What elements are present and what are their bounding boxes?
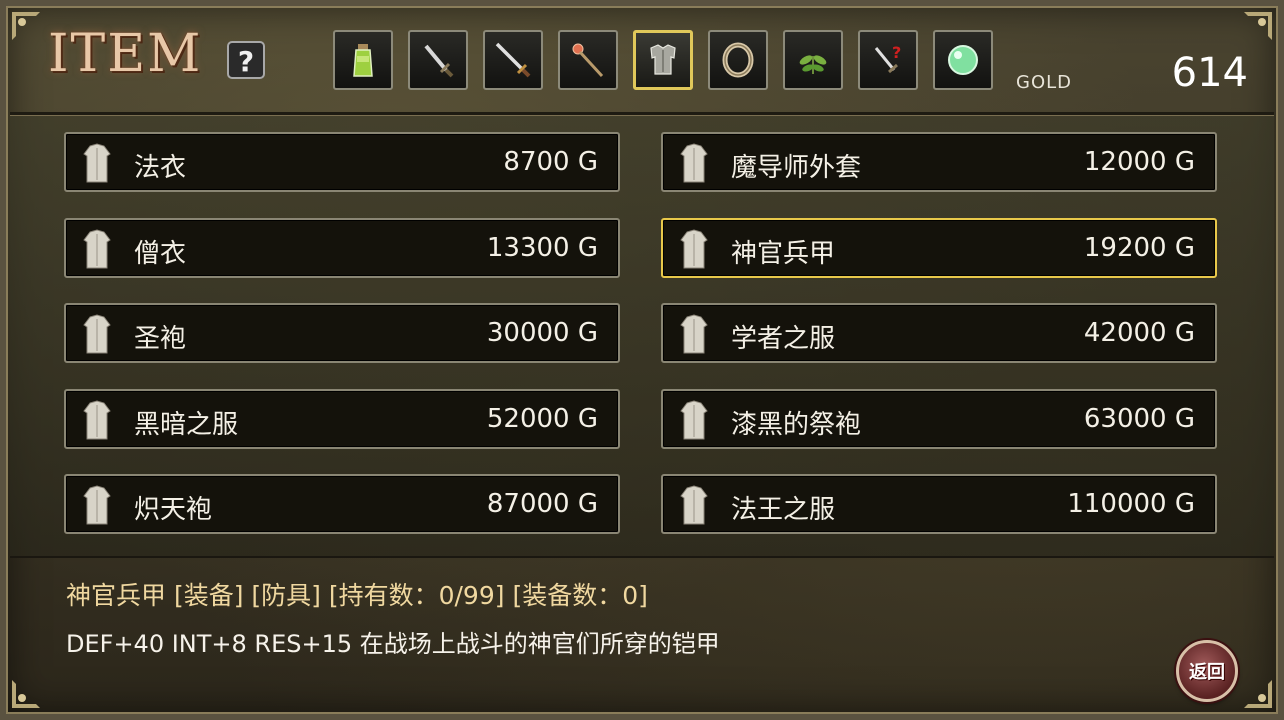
- help-button[interactable]: ?: [227, 41, 265, 79]
- list-item[interactable]: 黑暗之服 52000 G: [64, 389, 620, 449]
- item-name: 炽天袍: [134, 495, 213, 525]
- tab-staff[interactable]: [558, 30, 618, 90]
- item-name: 学者之服: [731, 324, 836, 354]
- mystery-sword-icon: ?: [874, 43, 901, 74]
- item-name: 僧衣: [134, 239, 187, 269]
- tab-long-sword[interactable]: [483, 30, 543, 90]
- page-title: ITEM: [48, 24, 203, 84]
- list-item[interactable]: 法衣 8700 G: [64, 132, 620, 192]
- list-item-selected[interactable]: 神官兵甲 19200 G: [661, 218, 1217, 278]
- tab-armor[interactable]: [633, 30, 693, 90]
- item-price: 30000 G: [486, 318, 598, 348]
- ring-icon: [722, 42, 754, 78]
- herb-icon: [799, 55, 827, 74]
- item-price: 8700 G: [503, 147, 598, 177]
- header: ITEM ? ? GOLD 614: [0, 0, 1284, 112]
- list-item[interactable]: 漆黑的祭袍 63000 G: [661, 389, 1217, 449]
- potion-icon: [353, 44, 373, 77]
- robe-icon: [680, 229, 708, 269]
- svg-text:?: ?: [892, 43, 901, 62]
- tab-herb[interactable]: [783, 30, 843, 90]
- item-name: 法衣: [134, 153, 187, 183]
- item-price: 12000 G: [1083, 147, 1195, 177]
- gold-label: GOLD: [1016, 72, 1073, 93]
- back-button[interactable]: 返回: [1176, 640, 1238, 702]
- list-item[interactable]: 法王之服 110000 G: [661, 474, 1217, 534]
- list-item[interactable]: 僧衣 13300 G: [64, 218, 620, 278]
- tab-gem-orb[interactable]: [933, 30, 993, 90]
- back-button-label: 返回: [1189, 662, 1225, 683]
- robe-icon: [680, 485, 708, 525]
- armor-icon: [650, 44, 676, 75]
- item-price: 52000 G: [486, 404, 598, 434]
- robe-icon: [680, 400, 708, 440]
- item-price: 87000 G: [486, 489, 598, 519]
- item-detail-title: 神官兵甲 [装备] [防具] [持有数：0/99] [装备数：0]: [66, 581, 648, 610]
- robe-icon: [83, 143, 111, 183]
- short-sword-icon: [424, 44, 454, 78]
- list-item[interactable]: 圣袍 30000 G: [64, 303, 620, 363]
- item-name: 漆黑的祭袍: [731, 410, 862, 440]
- list-item[interactable]: 炽天袍 87000 G: [64, 474, 620, 534]
- item-detail-text: DEF+40 INT+8 RES+15 在战场上战斗的神官们所穿的铠甲: [66, 630, 720, 658]
- item-list: 法衣 8700 G 魔导师外套 12000 G 僧衣 13300 G 神官兵甲 …: [10, 116, 1274, 556]
- item-name: 神官兵甲: [731, 239, 836, 269]
- item-price: 110000 G: [1067, 489, 1195, 519]
- robe-icon: [83, 485, 111, 525]
- list-item[interactable]: 魔导师外套 12000 G: [661, 132, 1217, 192]
- list-item[interactable]: 学者之服 42000 G: [661, 303, 1217, 363]
- item-name: 魔导师外套: [731, 153, 862, 183]
- item-name: 法王之服: [731, 495, 836, 525]
- item-price: 42000 G: [1083, 318, 1195, 348]
- gold-amount: 614: [1171, 50, 1248, 96]
- tab-ring[interactable]: [708, 30, 768, 90]
- tab-mystery-sword[interactable]: ?: [858, 30, 918, 90]
- long-sword-icon: [495, 42, 531, 78]
- tab-short-sword[interactable]: [408, 30, 468, 90]
- robe-icon: [680, 314, 708, 354]
- item-price: 63000 G: [1083, 404, 1195, 434]
- robe-icon: [83, 400, 111, 440]
- item-price: 19200 G: [1083, 233, 1195, 263]
- robe-icon: [680, 143, 708, 183]
- item-description-panel: 神官兵甲 [装备] [防具] [持有数：0/99] [装备数：0] DEF+40…: [10, 558, 1274, 708]
- robe-icon: [83, 229, 111, 269]
- item-price: 13300 G: [486, 233, 598, 263]
- tab-potion[interactable]: [333, 30, 393, 90]
- item-name: 黑暗之服: [134, 410, 239, 440]
- item-name: 圣袍: [134, 324, 187, 354]
- robe-icon: [83, 314, 111, 354]
- gem-orb-icon: [948, 45, 978, 75]
- staff-icon: [572, 43, 604, 78]
